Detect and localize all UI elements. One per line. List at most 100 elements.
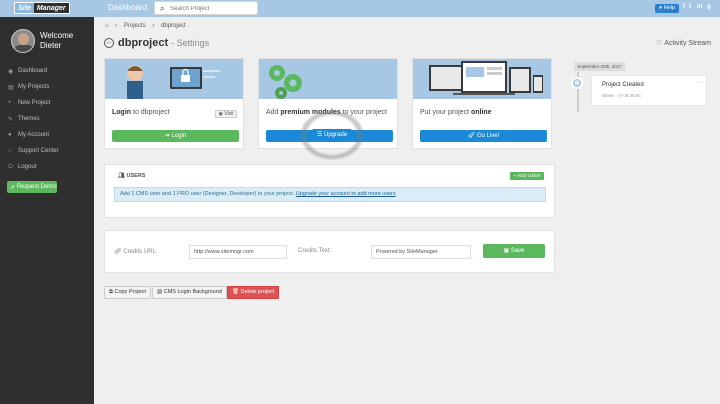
delete-project-button[interactable]: 🗑︎ Delete project (227, 286, 280, 299)
sidebar-item-new-project[interactable]: + New Project (0, 95, 94, 111)
welcome-block: Welcome Dieter (40, 31, 73, 51)
upgrade-label: Upgrade (324, 132, 348, 138)
brush-icon: ✎ (8, 116, 14, 123)
sidebar: Welcome Dieter ◉ Dashboard ▤ My Projects +… (0, 17, 94, 404)
link-icon: 🔗︎ (114, 249, 124, 255)
golive-card-text: Put your project online (420, 109, 492, 116)
users-info-alert: Add 1 CMS user and 1 PRO user (Designer,… (114, 187, 546, 202)
plus-icon: + (8, 100, 12, 106)
modules-illustration (259, 59, 397, 99)
activity-event-user: Dieter (602, 93, 615, 98)
sidebar-item-dashboard[interactable]: ◉ Dashboard (0, 63, 94, 79)
activity-stream-title: ♡ Activity Stream (656, 39, 711, 47)
top-bar: Site Manager Dashboard ⌕ ● Help f t in g (0, 0, 720, 17)
visit-button[interactable]: ◉ Visit (215, 110, 237, 118)
project-name: dbproject (118, 37, 169, 49)
sitemanager-logo[interactable]: Site Manager (14, 2, 70, 14)
request-demo-label: Request Demo (16, 184, 57, 190)
search-box[interactable]: ⌕ (154, 1, 258, 15)
linkedin-icon[interactable]: in (697, 4, 702, 10)
image-icon: ▨ (157, 289, 164, 295)
sidebar-item-label: Logout (18, 164, 37, 170)
login-card: Login to dbproject ◉ Visit ➜ Login (104, 58, 244, 149)
activity-event-time: 08:40:54 (623, 93, 641, 98)
external-link-icon: ⇗ (10, 184, 17, 191)
sidebar-item-label: New Project (18, 100, 51, 106)
users-heading-label: USERS (126, 173, 146, 179)
page-title: ← dbproject - Settings (104, 37, 209, 49)
sidebar-item-label: Dashboard (18, 68, 48, 74)
activity-stream-label: Activity Stream (664, 40, 711, 47)
twitter-icon[interactable]: t (689, 4, 691, 10)
logo-part1: Site (15, 3, 34, 13)
breadcrumb-projects[interactable]: Projects (124, 23, 146, 29)
go-live-label: Go Live! (476, 133, 500, 139)
login-label: Login (171, 133, 187, 139)
golive-card: Put your project online 🚀︎ Go Live! (412, 58, 552, 149)
card-text-post: to your project (340, 109, 388, 116)
sidebar-nav: ◉ Dashboard ▤ My Projects + New Project ✎ Th… (0, 63, 94, 175)
card-text-pre: Add (266, 109, 281, 116)
user-name: Dieter (40, 41, 62, 50)
credits-url-field[interactable]: http://www.sitemngr.com (189, 245, 287, 259)
back-arrow-icon[interactable]: ← (104, 38, 114, 48)
sidebar-item-themes[interactable]: ✎ Themes (0, 111, 94, 127)
add-user-label: ADD USER (517, 173, 541, 178)
go-live-button[interactable]: 🚀︎ Go Live! (420, 130, 547, 142)
credits-url-label-text: Credits URL: (123, 249, 158, 255)
card-text-bold: Login (112, 109, 132, 116)
card-text-bold: premium modules (280, 109, 341, 116)
copy-project-button[interactable]: ⧉ Copy Project (104, 286, 151, 299)
cms-login-background-label: CMS Login Background (163, 289, 222, 295)
sidebar-item-my-account[interactable]: ● My Account (0, 127, 94, 143)
cms-login-background-button[interactable]: ▨ CMS Login Background (152, 286, 227, 299)
clock-icon: ◷ (618, 93, 622, 98)
save-button[interactable]: ▣ Save (483, 244, 545, 258)
card-text-bold: online (470, 109, 492, 116)
card-text-pre: Put your project (420, 109, 471, 116)
request-demo-button[interactable]: ⇗ Request Demo (7, 181, 57, 193)
help-button[interactable]: ● Help (655, 4, 679, 13)
add-user-button[interactable]: + ADD USER (510, 172, 544, 180)
search-input[interactable] (170, 4, 256, 13)
activity-event-title: Project Created (602, 82, 644, 88)
welcome-text: Welcome (40, 31, 74, 40)
visit-label: Visit (224, 111, 234, 117)
folder-icon: ▤ (8, 84, 14, 91)
credits-text-field[interactable]: Powered by SiteManager (371, 245, 471, 259)
google-icon[interactable]: g (707, 4, 711, 10)
login-button[interactable]: ➜ Login (112, 130, 239, 142)
sidebar-item-label: Themes (18, 116, 40, 122)
sidebar-item-support-center[interactable]: ○ Support Center (0, 143, 94, 159)
sidebar-item-label: My Projects (18, 84, 50, 90)
card-text-post: to dbproject (131, 109, 170, 116)
support-icon: ○ (8, 148, 12, 154)
devices-illustration (413, 59, 551, 99)
sidebar-item-my-projects[interactable]: ▤ My Projects (0, 79, 94, 95)
sidebar-item-logout[interactable]: ⏻ Logout (0, 159, 94, 175)
power-icon: ⏻ (8, 163, 13, 170)
breadcrumb: ⌂ › Projects › dbproject (105, 23, 191, 29)
dashboard-link[interactable]: Dashboard (108, 3, 147, 12)
credits-text-label: Credits Text: (298, 248, 332, 254)
sidebar-item-label: Support Center (18, 148, 59, 154)
upgrade-account-link[interactable]: Upgrade your account to add more users (296, 191, 396, 197)
activity-date-badge: September 20th, 2017 (574, 62, 625, 71)
calendar-icon: ▦ (571, 77, 583, 89)
credits-url-label: 🔗︎ Credits URL: (114, 248, 158, 255)
users-panel: 👥︎ USERS + ADD USER Add 1 CMS user and 1… (104, 164, 555, 218)
facebook-icon[interactable]: f (683, 4, 685, 10)
breadcrumb-current: dbproject (161, 23, 186, 29)
home-icon[interactable]: ⌂ (105, 23, 109, 29)
rocket-icon: 🚀︎ (467, 133, 477, 139)
upgrade-card-text: Add premium modules to your project (266, 109, 387, 116)
credits-panel: 🔗︎ Credits URL: http://www.sitemngr.com … (104, 230, 555, 273)
users-heading: 👥︎ USERS (118, 173, 145, 179)
user-icon: ● (8, 132, 12, 138)
users-icon: 👥︎ (118, 173, 127, 179)
trash-icon: 🗑︎ (232, 289, 241, 295)
breadcrumb-separator: › (115, 23, 118, 29)
more-options-icon[interactable]: ··· (696, 80, 702, 86)
upgrade-button[interactable]: ☰ Upgrade (312, 129, 352, 141)
sidebar-item-label: My Account (18, 132, 50, 138)
